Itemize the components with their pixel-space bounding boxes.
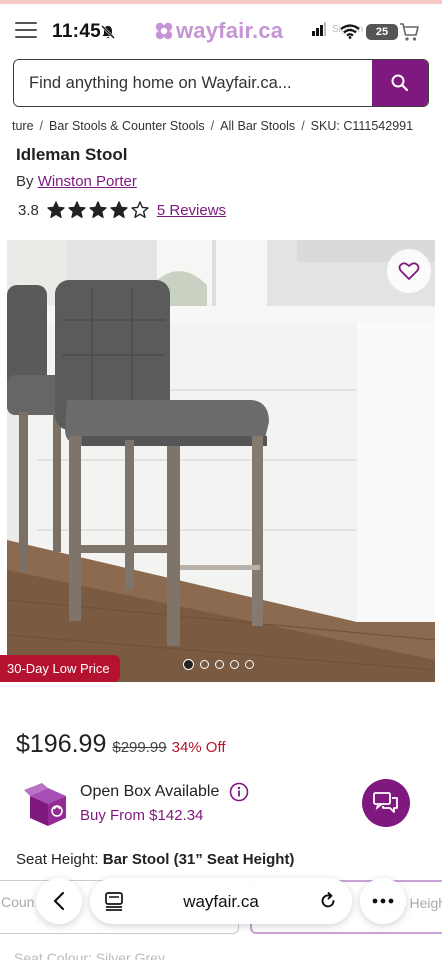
breadcrumb-item[interactable]: ture bbox=[12, 119, 34, 133]
browser-more-button[interactable] bbox=[360, 878, 406, 924]
browser-address-pill: wayfair.ca bbox=[90, 878, 352, 924]
carousel-dot[interactable] bbox=[183, 659, 194, 670]
breadcrumb-separator: / bbox=[301, 119, 305, 133]
search-button[interactable] bbox=[372, 60, 428, 106]
chat-button[interactable] bbox=[362, 779, 410, 827]
carousel-dot[interactable] bbox=[230, 660, 239, 669]
browser-url[interactable]: wayfair.ca bbox=[90, 892, 352, 912]
browser-toolbar: wayfair.ca bbox=[36, 878, 408, 926]
carousel-dot[interactable] bbox=[200, 660, 209, 669]
product-byline: By Winston Porter bbox=[16, 173, 137, 190]
open-box-buy-link[interactable]: Buy From $142.34 bbox=[80, 807, 203, 824]
chevron-left-icon bbox=[53, 891, 65, 911]
star-rating bbox=[47, 201, 149, 219]
star-empty-icon bbox=[131, 201, 149, 218]
was-price: $299.99 bbox=[112, 739, 167, 756]
star-filled-icon bbox=[47, 201, 65, 218]
open-box-icon bbox=[24, 783, 66, 826]
breadcrumb-separator: / bbox=[210, 119, 215, 133]
current-price: $196.99 bbox=[16, 730, 107, 758]
heart-icon bbox=[398, 262, 420, 280]
by-label: By bbox=[16, 173, 34, 190]
star-filled-icon bbox=[89, 201, 107, 218]
carousel-dot[interactable] bbox=[215, 660, 224, 669]
breadcrumb: ture / Bar Stools & Counter Stools / All… bbox=[12, 119, 413, 133]
price-row: $196.99 $299.99 34% Off bbox=[16, 730, 226, 759]
carousel-dot[interactable] bbox=[245, 660, 254, 669]
cellular-signal-icon bbox=[312, 22, 326, 36]
battery-indicator: 25 bbox=[366, 24, 398, 40]
info-icon[interactable] bbox=[229, 782, 249, 802]
bar-stool-photo bbox=[7, 240, 435, 682]
reload-icon[interactable] bbox=[318, 891, 338, 911]
wayfair-logo[interactable]: wayfair.ca bbox=[154, 17, 283, 45]
breadcrumb-item[interactable]: Bar Stools & Counter Stools bbox=[49, 119, 205, 133]
star-filled-icon bbox=[68, 201, 86, 218]
star-filled-icon bbox=[110, 201, 128, 218]
product-image[interactable] bbox=[7, 240, 435, 682]
product-title: Idleman Stool bbox=[16, 145, 128, 164]
cart-icon[interactable] bbox=[398, 21, 420, 43]
search-bar bbox=[13, 59, 429, 107]
seat-height-option: Seat Height: Bar Stool (31” Seat Height) bbox=[16, 851, 294, 868]
reviews-link[interactable]: 5 Reviews bbox=[157, 202, 226, 219]
favorite-button[interactable] bbox=[387, 249, 431, 293]
low-price-badge: 30-Day Low Price bbox=[0, 655, 120, 682]
seat-height-label: Seat Height: bbox=[16, 851, 99, 868]
discount-label: 34% Off bbox=[171, 739, 226, 756]
rating-row: 3.8 5 Reviews bbox=[18, 201, 226, 219]
open-box-title: Open Box Available bbox=[80, 783, 220, 800]
bell-muted-icon bbox=[101, 25, 115, 39]
chat-icon bbox=[373, 792, 398, 813]
more-dots-icon bbox=[372, 898, 394, 904]
logo-mark-icon bbox=[155, 22, 173, 40]
wifi-icon bbox=[340, 24, 360, 39]
breadcrumb-separator: / bbox=[39, 119, 44, 133]
seat-colour-text: Seat Colour: Silver Grey bbox=[14, 950, 165, 960]
browser-back-button[interactable] bbox=[36, 878, 82, 924]
breadcrumb-sku: SKU: C111542991 bbox=[310, 119, 414, 133]
header: 11:45 wayfair.ca Sign In 25 bbox=[0, 4, 442, 56]
logo-text: wayfair.ca bbox=[176, 18, 284, 43]
rating-value: 3.8 bbox=[18, 201, 39, 219]
status-time: 11:45 bbox=[52, 21, 102, 42]
brand-link[interactable]: Winston Porter bbox=[38, 173, 137, 190]
search-input[interactable] bbox=[14, 60, 372, 106]
menu-icon[interactable] bbox=[15, 22, 37, 38]
seat-height-value: Bar Stool (31” Seat Height) bbox=[102, 851, 295, 868]
breadcrumb-item[interactable]: All Bar Stools bbox=[220, 119, 295, 133]
image-carousel-dots bbox=[183, 659, 254, 670]
search-icon bbox=[391, 74, 409, 92]
